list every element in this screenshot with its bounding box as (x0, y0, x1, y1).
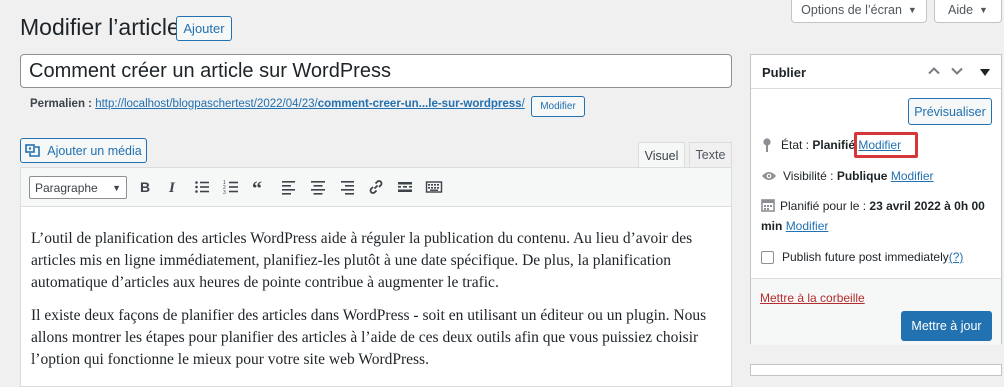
move-up-icon[interactable] (927, 64, 941, 83)
permalink-row: Permalien : http://localhost/blogpascher… (30, 98, 525, 110)
trash-link[interactable]: Mettre à la corbeille (760, 291, 865, 305)
visibility-edit-link[interactable]: Modifier (891, 169, 934, 183)
tab-text[interactable]: Texte (689, 142, 732, 168)
permalink-label: Permalien : (30, 98, 92, 110)
permalink-url[interactable]: http://localhost/blogpaschertest/2022/04… (95, 98, 525, 110)
svg-text:3: 3 (223, 190, 226, 196)
add-media-button[interactable]: Ajouter un média (20, 138, 147, 163)
blockquote-icon[interactable]: “ (250, 177, 270, 197)
permalink-url-end: / (521, 98, 525, 110)
tab-visual[interactable]: Visuel (638, 142, 685, 168)
schedule-row: Planifié pour le : 23 avril 2022 à 0h 00… (761, 197, 996, 235)
content-paragraph: L’outil de planification des articles Wo… (31, 230, 693, 291)
publish-box: Publier Prévisualiser État : Planifié Mo… (750, 54, 1002, 345)
format-select-value: Paragraphe (35, 180, 98, 195)
bullet-list-icon[interactable] (192, 177, 212, 197)
caret-down-icon: ▼ (112, 182, 121, 193)
permalink-edit-button[interactable]: Modifier (531, 96, 585, 117)
eye-icon (761, 170, 777, 182)
media-icon (25, 143, 41, 159)
schedule-label: Planifié pour le : (780, 199, 867, 213)
publish-box-header: Publier (751, 55, 1001, 89)
editor-toolbar: Paragraphe ▼ B I 123 “ (21, 168, 731, 207)
preview-button[interactable]: Prévisualiser (908, 98, 992, 125)
permalink-url-slug: comment-creer-un...le-sur-wordpress (317, 98, 522, 110)
next-metabox (750, 364, 1002, 376)
svg-text:I: I (168, 180, 176, 196)
editor-content[interactable]: L’outil de planification des articles Wo… (31, 228, 721, 382)
italic-icon[interactable]: I (163, 177, 183, 197)
svg-text:“: “ (252, 178, 262, 196)
highlight-box (854, 132, 918, 158)
svg-text:B: B (140, 179, 150, 195)
publish-box-footer: Mettre à la corbeille Mettre à jour (751, 278, 1001, 345)
caret-down-icon: ▼ (979, 5, 988, 15)
future-publish-row: Publish future post immediately(?) (761, 248, 963, 266)
help-label: Aide (948, 3, 974, 17)
calendar-icon (761, 198, 775, 217)
future-publish-label: Publish future post immediately (782, 250, 949, 264)
status-label: État : (781, 138, 810, 152)
move-down-icon[interactable] (950, 64, 964, 83)
collapse-toggle-icon[interactable] (979, 65, 991, 83)
future-publish-help-link[interactable]: (?) (949, 250, 964, 264)
post-title-input[interactable]: Comment créer un article sur WordPress (20, 54, 732, 88)
align-right-icon[interactable] (337, 177, 357, 197)
help-tab[interactable]: Aide ▼ (934, 0, 1002, 23)
numbered-list-icon[interactable]: 123 (221, 177, 241, 197)
status-value: Planifié (812, 138, 856, 152)
bold-icon[interactable]: B (135, 177, 155, 197)
toolbar-toggle-icon[interactable] (424, 177, 444, 197)
update-button[interactable]: Mettre à jour (901, 311, 992, 341)
visibility-row: Visibilité : Publique Modifier (761, 167, 934, 185)
screen-options-label: Options de l’écran (801, 3, 902, 17)
permalink-url-base: http://localhost/blogpaschertest/2022/04… (95, 98, 318, 110)
align-center-icon[interactable] (308, 177, 328, 197)
publish-box-title: Publier (762, 65, 807, 80)
future-publish-checkbox[interactable] (761, 250, 774, 264)
read-more-icon[interactable] (395, 177, 415, 197)
content-paragraph: Il existe deux façons de planifier des a… (31, 307, 707, 368)
add-new-button[interactable]: Ajouter (176, 16, 232, 41)
screen-options-tab[interactable]: Options de l’écran ▼ (791, 0, 927, 23)
link-icon[interactable] (366, 177, 386, 197)
caret-down-icon: ▼ (907, 5, 917, 15)
pin-icon (761, 137, 773, 153)
format-select[interactable]: Paragraphe ▼ (29, 176, 127, 199)
post-editor: Paragraphe ▼ B I 123 “ L’outil de planif… (20, 167, 732, 387)
schedule-edit-link[interactable]: Modifier (786, 219, 829, 233)
align-left-icon[interactable] (279, 177, 299, 197)
visibility-label: Visibilité : (783, 169, 834, 183)
add-media-label: Ajouter un média (47, 143, 142, 158)
visibility-value: Publique (836, 169, 888, 183)
page-title: Modifier l’article (20, 14, 180, 40)
